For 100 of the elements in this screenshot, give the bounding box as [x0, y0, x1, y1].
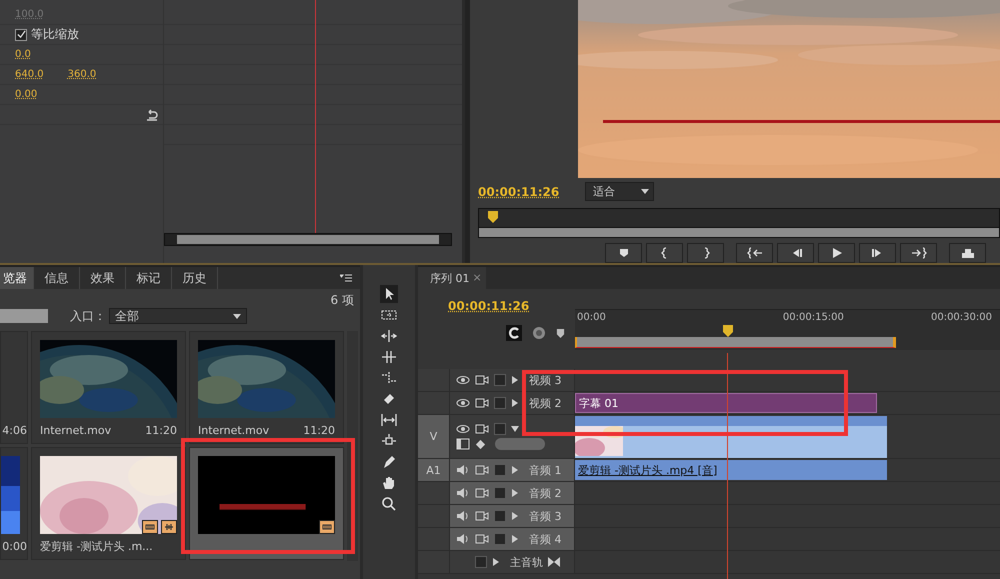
- media-duration: 11:20: [303, 424, 335, 437]
- sync-lock-icon[interactable]: [475, 511, 489, 521]
- ripple-tool-icon[interactable]: [380, 327, 398, 345]
- panel-tab[interactable]: 信息: [34, 267, 80, 289]
- track-lock[interactable]: [494, 397, 506, 409]
- marker-button[interactable]: [605, 243, 642, 263]
- zoom-dropdown[interactable]: 适合: [585, 182, 654, 201]
- media-duration: 4:06: [2, 424, 27, 437]
- sync-lock-icon[interactable]: [475, 424, 489, 434]
- out-button[interactable]: [687, 243, 724, 263]
- goin-icon: [746, 247, 762, 259]
- snap-icon[interactable]: [506, 325, 522, 341]
- marker-icon[interactable]: [556, 328, 565, 338]
- back-button[interactable]: [777, 243, 814, 263]
- media-tile[interactable]: Internet.mov 11:20: [31, 331, 186, 444]
- expand-icon[interactable]: [511, 512, 519, 520]
- track-name: 视频 3: [529, 372, 562, 388]
- media-tile[interactable]: [189, 447, 344, 560]
- play-button[interactable]: [818, 243, 855, 263]
- caret-icon: [641, 189, 650, 194]
- timecode[interactable]: 00:00:11:26: [448, 299, 575, 313]
- checkbox[interactable]: [15, 28, 27, 40]
- speaker-icon[interactable]: [456, 510, 470, 522]
- playhead-icon[interactable]: [723, 325, 733, 337]
- track-target[interactable]: A1: [418, 459, 450, 481]
- sync-lock-icon[interactable]: [475, 534, 489, 544]
- scrollbar[interactable]: [478, 227, 1000, 238]
- speaker-icon[interactable]: [456, 464, 470, 476]
- track-name: 音频 1: [529, 462, 562, 478]
- panel-tab[interactable]: 历史: [172, 267, 218, 289]
- entry-dropdown[interactable]: 全部: [109, 308, 247, 324]
- track-lock[interactable]: [475, 556, 487, 568]
- playhead-icon[interactable]: [488, 211, 498, 223]
- track-lock[interactable]: [494, 487, 506, 499]
- expand-icon[interactable]: [511, 376, 519, 384]
- goout-icon: [910, 247, 926, 259]
- time-ruler[interactable]: 00:00 00:00:15:00 00:00:30:00: [575, 309, 1000, 350]
- checkbox-label: 等比缩放: [31, 26, 79, 43]
- media-name: 爱剪辑 -测试片头 .m...: [40, 539, 153, 554]
- eye-icon[interactable]: [456, 398, 470, 408]
- sync-lock-icon[interactable]: [475, 488, 489, 498]
- track-lock[interactable]: [494, 510, 506, 522]
- pointer-tool-icon[interactable]: [380, 285, 398, 303]
- reset-icon[interactable]: [145, 108, 159, 120]
- panel-menu-icon[interactable]: [340, 274, 352, 282]
- track-lock[interactable]: [494, 423, 506, 435]
- sequence-tab[interactable]: 序列 01: [418, 267, 472, 289]
- track-name: 音频 2: [529, 486, 562, 500]
- property-value[interactable]: 360.0: [68, 69, 96, 80]
- collapse-icon[interactable]: [511, 425, 519, 433]
- in-button[interactable]: [646, 243, 683, 263]
- lift-button[interactable]: [949, 243, 986, 263]
- sync-lock-icon[interactable]: [475, 375, 489, 385]
- bowtie-icon[interactable]: [548, 557, 560, 567]
- sync-lock-icon[interactable]: [475, 465, 489, 475]
- track-lock[interactable]: [494, 464, 506, 476]
- goout-button[interactable]: [900, 243, 937, 263]
- in-icon: [660, 247, 668, 259]
- slip-tool-icon[interactable]: [380, 411, 398, 429]
- panel-tab[interactable]: 效果: [80, 267, 126, 289]
- sync-lock-icon[interactable]: [475, 398, 489, 408]
- audio-clip[interactable]: 爱剪辑 -测试片头 .mp4 [音]: [575, 460, 887, 480]
- fwd-button[interactable]: [859, 243, 896, 263]
- media-tile[interactable]: 爱剪辑 -测试片头 .m...: [31, 447, 186, 560]
- property-value[interactable]: 640.0: [15, 69, 44, 80]
- media-tile[interactable]: 0:00: [0, 447, 28, 560]
- speaker-icon[interactable]: [456, 487, 470, 499]
- video-clip[interactable]: [575, 416, 887, 458]
- panel-tab[interactable]: 览器: [0, 267, 34, 289]
- expand-icon[interactable]: [492, 558, 500, 566]
- display-style-icon[interactable]: [456, 438, 470, 450]
- eye-icon[interactable]: [456, 424, 470, 434]
- expand-icon[interactable]: [511, 466, 519, 474]
- track-target[interactable]: V: [418, 415, 450, 458]
- track-lock[interactable]: [494, 533, 506, 545]
- track-name: 音频 4: [529, 532, 562, 546]
- expand-icon[interactable]: [511, 535, 519, 543]
- ruler-label: 00:00:15:00: [782, 312, 844, 323]
- media-tile[interactable]: Internet.mov 11:20: [189, 331, 344, 444]
- eye-icon[interactable]: [456, 375, 470, 385]
- panel-tab[interactable]: 标记: [126, 267, 172, 289]
- property-value[interactable]: 0.00: [15, 89, 38, 100]
- expand-icon[interactable]: [511, 489, 519, 497]
- roll-tool-icon[interactable]: [380, 348, 398, 366]
- search-field[interactable]: [0, 309, 48, 323]
- media-tile[interactable]: 4:06: [0, 331, 28, 444]
- title-clip[interactable]: 字幕 01: [575, 393, 877, 413]
- scrollbar[interactable]: [164, 233, 452, 246]
- timecode[interactable]: 00:00:11:26: [478, 184, 560, 198]
- expand-icon[interactable]: [511, 399, 519, 407]
- property-value[interactable]: 0.0: [15, 49, 31, 60]
- speaker-icon[interactable]: [456, 533, 470, 545]
- track-lock[interactable]: [494, 374, 506, 386]
- globe-icon[interactable]: [532, 326, 546, 340]
- goin-button[interactable]: [736, 243, 773, 263]
- media-name: Internet.mov: [198, 424, 270, 437]
- zoom-tool-icon[interactable]: [380, 495, 398, 513]
- audio-badge-icon: [161, 520, 177, 534]
- ruler-label: 00:00: [577, 312, 606, 323]
- keyframe-icon[interactable]: [475, 438, 486, 450]
